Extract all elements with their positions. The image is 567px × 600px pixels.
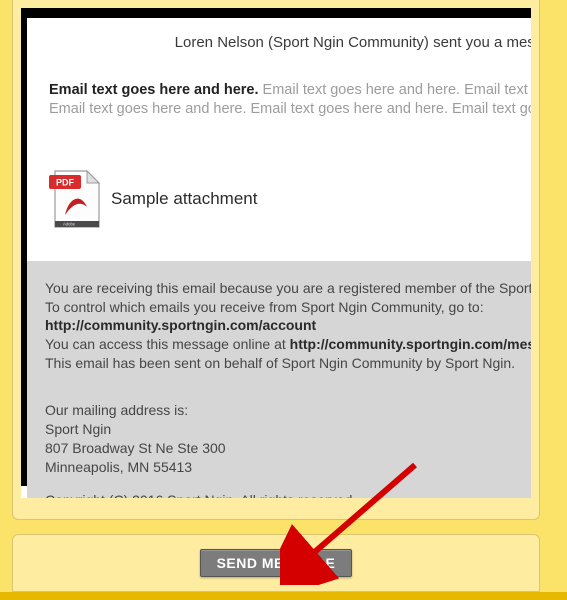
footer-link-account[interactable]: http://community.sportngin.com/account — [45, 316, 531, 335]
action-bar: SEND MESSAGE — [12, 534, 540, 592]
email-footer: You are receiving this email because you… — [27, 261, 531, 498]
footer-line3: You can access this message online at ht… — [45, 335, 531, 354]
body-lead-strong: Email text goes here and here. — [49, 82, 259, 98]
addr-name: Sport Ngin — [45, 420, 531, 439]
footer-line2: To control which emails you receive from… — [45, 298, 531, 317]
footer-line4: This email has been sent on behalf of Sp… — [45, 354, 531, 373]
svg-text:Adobe: Adobe — [63, 221, 76, 226]
email-preview-panel: Loren Nelson (Sport Ngin Community) sent… — [12, 0, 540, 520]
send-message-button[interactable]: SEND MESSAGE — [200, 549, 353, 577]
email-frame: Loren Nelson (Sport Ngin Community) sent… — [21, 8, 531, 486]
footer-line3-pre: You can access this message online at — [45, 336, 290, 352]
footer-link-message[interactable]: http://community.sportngin.com/messages — [290, 336, 531, 352]
attachment-row[interactable]: PDF Adobe Sample attachment — [27, 139, 531, 261]
footer-address-block: Our mailing address is: Sport Ngin 807 B… — [45, 401, 531, 477]
addr-street: 807 Broadway St Ne Ste 300 — [45, 439, 531, 458]
attachment-label: Sample attachment — [111, 189, 257, 209]
app-root: Loren Nelson (Sport Ngin Community) sent… — [0, 0, 567, 600]
svg-text:PDF: PDF — [56, 177, 75, 187]
email-body-text: Email text goes here and here. Email tex… — [27, 71, 531, 139]
frame-top-bar — [27, 8, 531, 18]
addr-city: Minneapolis, MN 55413 — [45, 458, 531, 477]
email-from-line: Loren Nelson (Sport Ngin Community) sent… — [27, 28, 531, 71]
addr-label: Our mailing address is: — [45, 401, 531, 420]
footer-line1: You are receiving this email because you… — [45, 279, 531, 298]
email-scroll-viewport[interactable]: Loren Nelson (Sport Ngin Community) sent… — [21, 8, 531, 498]
email-body-white: Loren Nelson (Sport Ngin Community) sent… — [27, 18, 531, 498]
footer-copyright: Copyright (C) 2016 Sport Ngin. All right… — [45, 491, 531, 498]
pdf-icon: PDF Adobe — [47, 167, 103, 231]
bottom-accent-bar — [0, 592, 567, 600]
